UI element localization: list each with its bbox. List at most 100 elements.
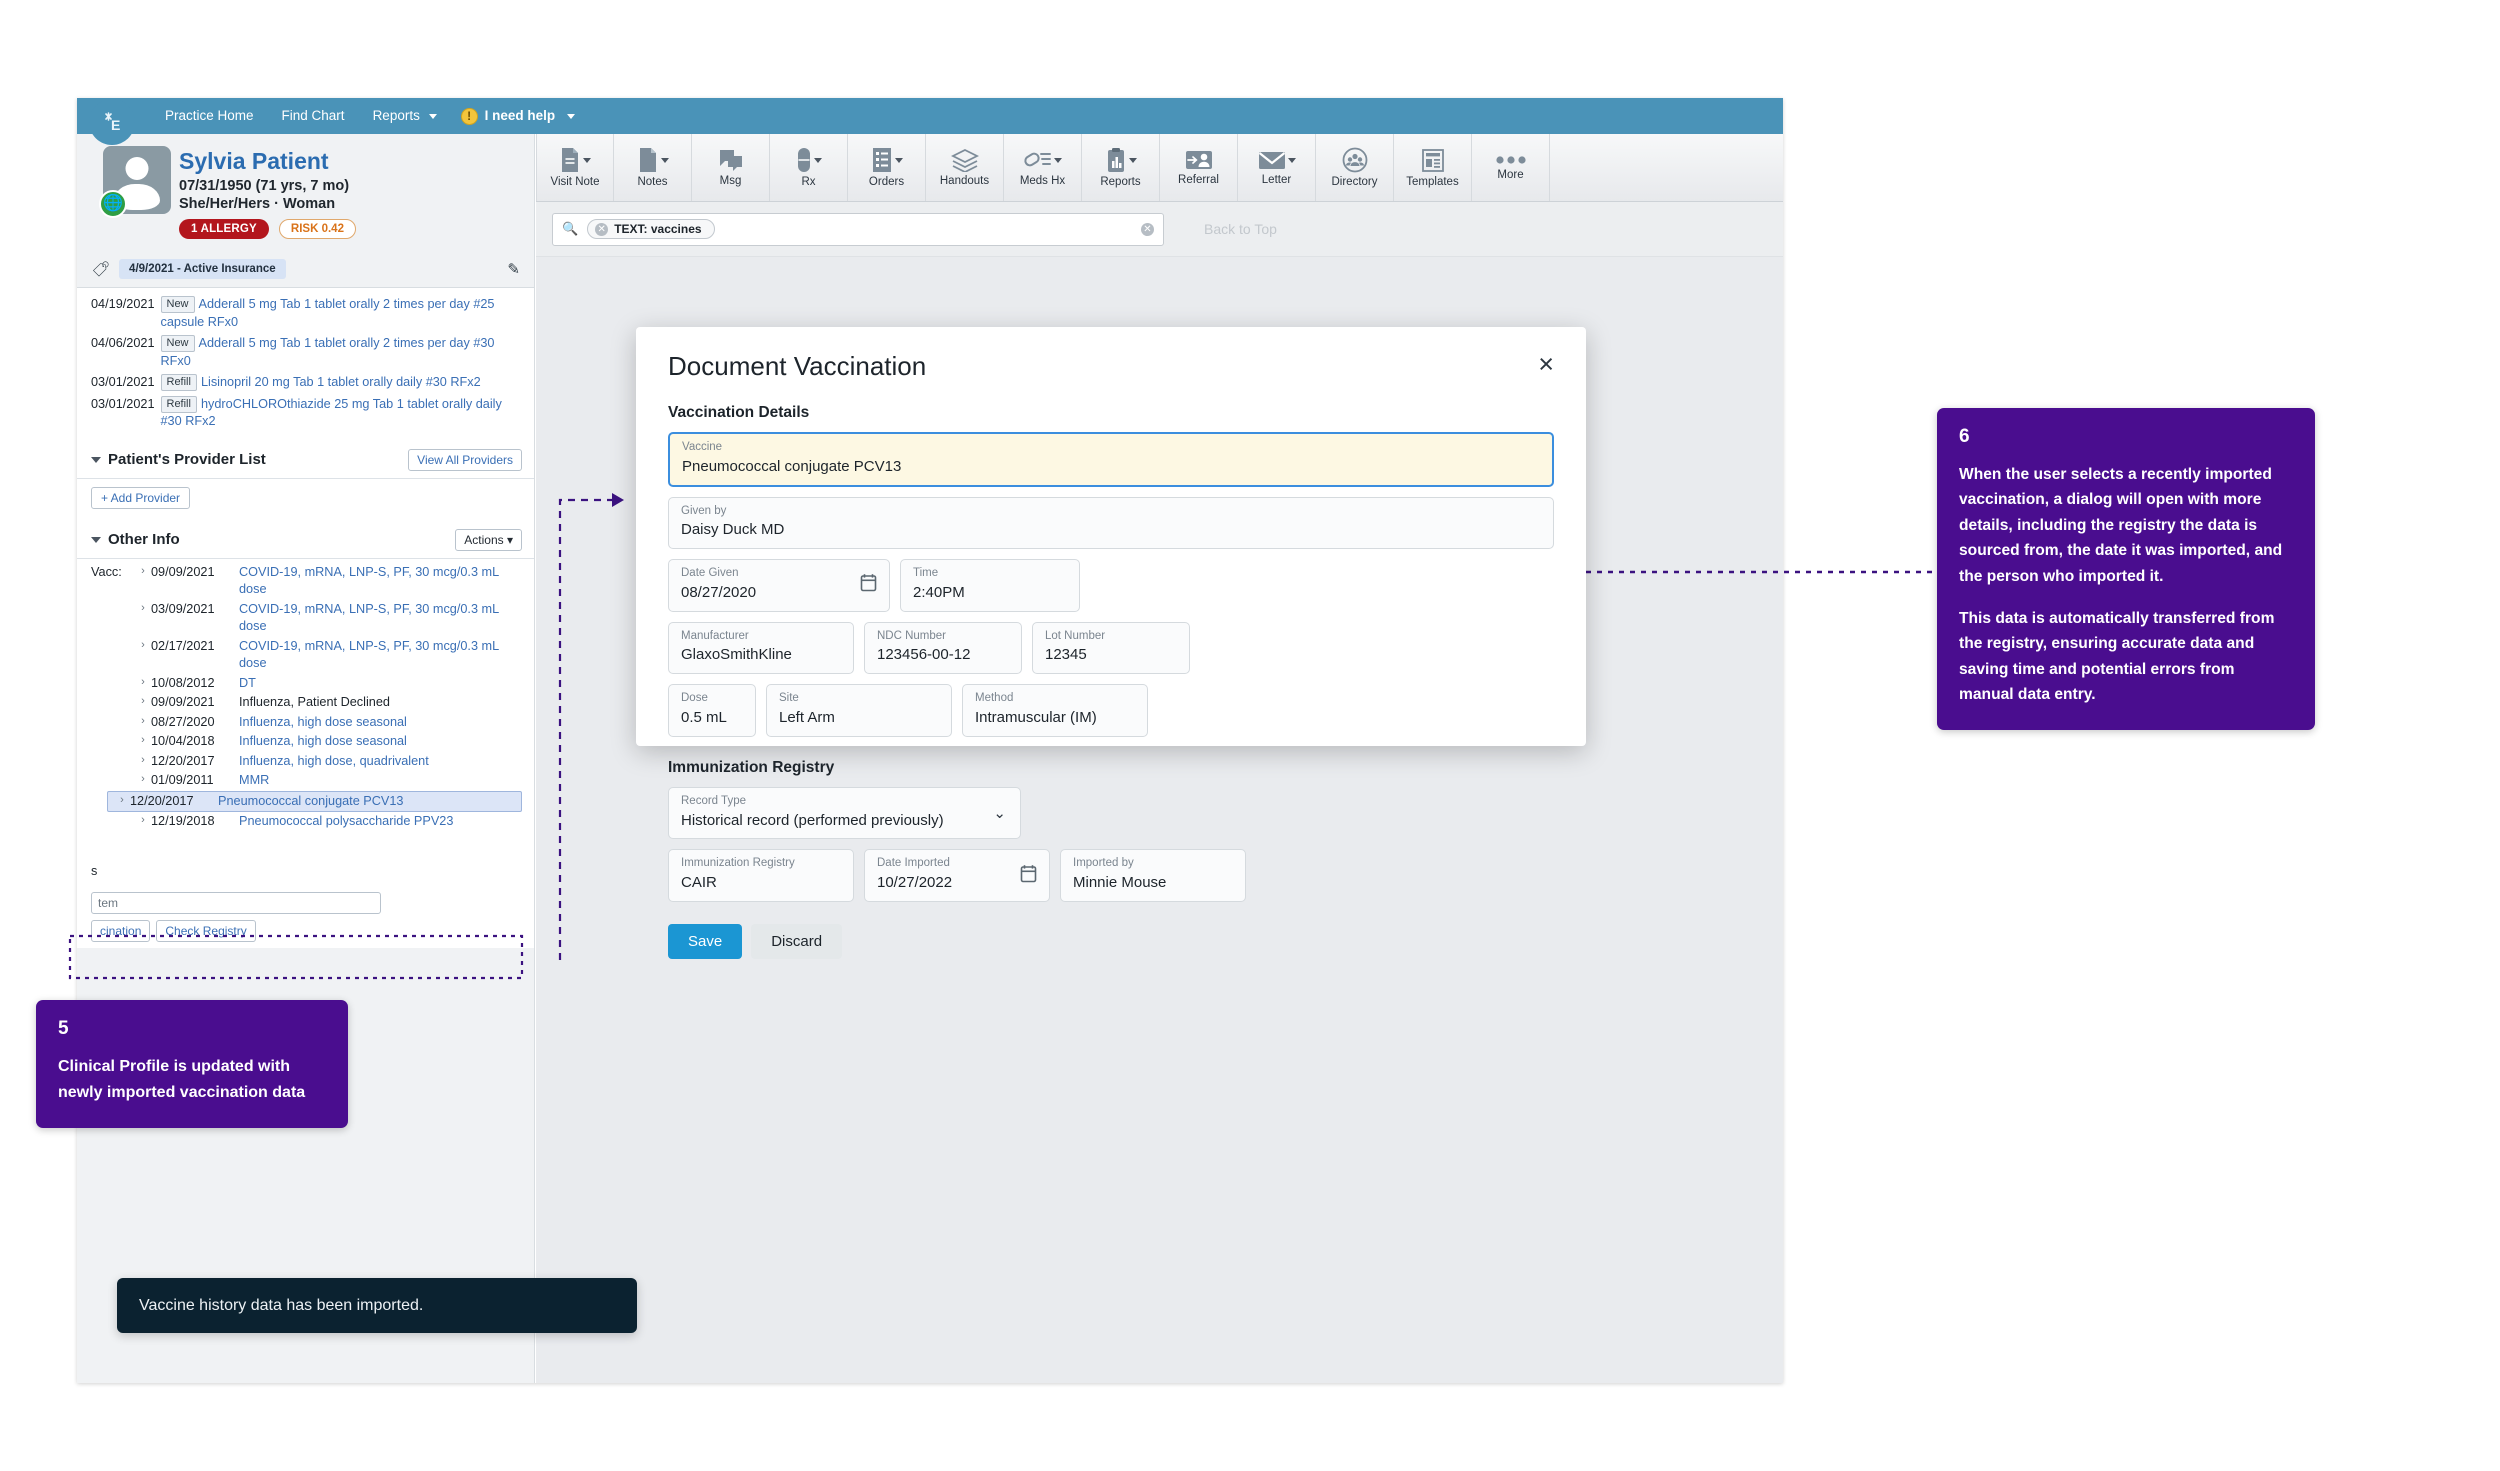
expand-chevron-icon[interactable]: › — [135, 564, 151, 579]
patient-name[interactable]: Sylvia Patient — [179, 148, 518, 175]
visit-note-icon — [559, 147, 591, 173]
toolbar-button-handouts[interactable]: Handouts — [926, 134, 1004, 201]
list-item[interactable]: › 09/09/2021 Influenza, Patient Declined — [77, 693, 534, 713]
edit-pencil-icon[interactable]: ✎ — [507, 260, 520, 278]
nav-help-label: I need help — [484, 108, 556, 123]
manufacturer-field[interactable]: Manufacturer GlaxoSmithKline — [668, 621, 854, 675]
search-item-input[interactable]: tem — [91, 891, 381, 914]
site-field[interactable]: Site Left Arm — [766, 684, 952, 737]
date-imported-field[interactable]: Date Imported 10/27/2022 — [864, 849, 1050, 902]
discard-button[interactable]: Discard — [751, 923, 843, 959]
search-filter-chip[interactable]: ✕ TEXT: vaccines — [587, 219, 715, 239]
record-type-select[interactable]: Record Type Historical record (performed… — [668, 786, 1021, 840]
chevron-down-icon[interactable]: ⌄ — [993, 804, 1006, 822]
list-item[interactable]: › 12/19/2018 Pneumococcal polysaccharide… — [77, 812, 534, 832]
add-provider-button[interactable]: + Add Provider — [91, 486, 191, 509]
list-item[interactable]: 04/06/2021 New Adderall 5 mg Tab 1 tablet… — [77, 333, 534, 372]
search-input[interactable]: 🔍 ✕ TEXT: vaccines ✕ — [552, 212, 1164, 246]
toolbar-button-templates[interactable]: Templates — [1394, 134, 1472, 201]
calendar-icon[interactable] — [1020, 864, 1037, 888]
expand-chevron-icon[interactable]: › — [114, 793, 130, 808]
expand-chevron-icon[interactable]: › — [135, 694, 151, 709]
search-bar-region: 🔍 ✕ TEXT: vaccines ✕ Back to Top — [536, 202, 1783, 257]
vaccine-field[interactable]: Vaccine Pneumococcal conjugate PCV13 — [668, 432, 1554, 487]
lot-number-field[interactable]: Lot Number 12345 — [1032, 621, 1190, 675]
vacc-name[interactable]: COVID-19, mRNA, LNP-S, PF, 30 mcg/0.3 mL… — [239, 638, 522, 673]
list-item[interactable]: › 02/17/2021 COVID-19, mRNA, LNP-S, PF, … — [77, 637, 534, 674]
actions-button[interactable]: Actions ▾ — [455, 528, 522, 551]
toolbar-button-orders[interactable]: Orders — [848, 134, 926, 201]
expand-chevron-icon[interactable]: › — [135, 753, 151, 768]
allergy-badge[interactable]: 1 ALLERGY — [179, 219, 269, 239]
expand-chevron-icon[interactable]: › — [135, 813, 151, 828]
avatar[interactable]: 🌐 — [99, 146, 177, 220]
dose-field[interactable]: Dose 0.5 mL — [668, 684, 756, 737]
toolbar-button-meds-hx[interactable]: Meds Hx — [1004, 134, 1082, 201]
vacc-name[interactable]: Influenza, high dose seasonal — [239, 714, 407, 732]
list-item[interactable]: › 10/08/2012 DT — [77, 674, 534, 694]
templates-layout-icon — [1421, 148, 1445, 173]
list-item[interactable]: › 01/09/2011 MMR — [77, 771, 534, 791]
vacc-name[interactable]: DT — [239, 675, 256, 693]
list-item[interactable]: 03/01/2021 Refill hydroCHLOROthiazide 25 … — [77, 394, 534, 433]
patient-header: 🌐 Sylvia Patient 07/31/1950 (71 yrs, 7 m… — [77, 134, 534, 251]
vacc-name[interactable]: MMR — [239, 772, 269, 790]
expand-chevron-icon[interactable]: › — [135, 733, 151, 748]
nav-find-chart[interactable]: Find Chart — [268, 98, 359, 134]
toolbar-button-referral[interactable]: Referral — [1160, 134, 1238, 201]
calendar-icon[interactable] — [860, 573, 877, 597]
vacc-name[interactable]: Influenza, high dose, quadrivalent — [239, 753, 429, 771]
vacc-name[interactable]: Pneumococcal conjugate PCV13 — [218, 793, 404, 811]
toolbar-button-more[interactable]: More — [1472, 134, 1550, 201]
toolbar-button-letter[interactable]: Letter — [1238, 134, 1316, 201]
clear-search-icon[interactable]: ✕ — [1141, 222, 1154, 236]
collapse-caret-icon[interactable] — [91, 456, 101, 463]
list-item[interactable]: › 10/04/2018 Influenza, high dose season… — [77, 732, 534, 752]
date-given-field[interactable]: Date Given 08/27/2020 — [668, 559, 890, 612]
time-field[interactable]: Time 2:40PM — [900, 559, 1080, 612]
expand-chevron-icon[interactable]: › — [135, 638, 151, 653]
collapse-caret-icon[interactable] — [91, 536, 101, 543]
ndc-number-field[interactable]: NDC Number 123456-00-12 — [864, 621, 1022, 675]
nav-practice-home[interactable]: Practice Home — [151, 98, 268, 134]
view-all-providers-button[interactable]: View All Providers — [408, 448, 522, 471]
list-item[interactable]: 03/01/2021 Refill Lisinopril 20 mg Tab 1 … — [77, 372, 534, 394]
vacc-name[interactable]: Influenza, high dose seasonal — [239, 733, 407, 751]
list-item[interactable]: Vacc: › 09/09/2021 COVID-19, mRNA, LNP-S… — [77, 563, 534, 600]
imported-by-field[interactable]: Imported by Minnie Mouse — [1060, 849, 1246, 902]
chevron-down-icon — [660, 157, 669, 163]
vacc-name[interactable]: Pneumococcal polysaccharide PPV23 — [239, 813, 453, 831]
list-item-selected-vaccination[interactable]: › 12/20/2017 Pneumococcal conjugate PCV1… — [107, 790, 522, 813]
vacc-name[interactable]: COVID-19, mRNA, LNP-S, PF, 30 mcg/0.3 mL… — [239, 564, 522, 599]
method-field[interactable]: Method Intramuscular (IM) — [962, 684, 1148, 737]
back-to-top-link[interactable]: Back to Top — [1204, 221, 1277, 237]
list-item[interactable]: 04/19/2021 New Adderall 5 mg Tab 1 tablet… — [77, 294, 534, 333]
save-button[interactable]: Save — [668, 923, 743, 959]
expand-chevron-icon[interactable]: › — [135, 601, 151, 616]
toolbar-button-rx[interactable]: Rx — [770, 134, 848, 201]
insurance-pill[interactable]: 4/9/2021 - Active Insurance — [119, 259, 286, 279]
immunization-registry-field[interactable]: Immunization Registry CAIR — [668, 849, 854, 902]
expand-chevron-icon[interactable]: › — [135, 714, 151, 729]
list-item[interactable]: › 12/20/2017 Influenza, high dose, quadr… — [77, 752, 534, 772]
nav-i-need-help[interactable]: ! I need help — [451, 98, 586, 134]
given-by-field[interactable]: Given by Daisy Duck MD — [668, 496, 1554, 550]
toolbar-button-reports[interactable]: Reports — [1082, 134, 1160, 201]
check-registry-button[interactable]: Check Registry — [156, 919, 256, 942]
add-vaccination-button[interactable]: cination — [91, 919, 151, 942]
app-logo-icon[interactable]: E — [89, 99, 135, 145]
toolbar-label: Handouts — [939, 175, 990, 187]
close-icon[interactable]: × — [1538, 351, 1554, 378]
vacc-name[interactable]: COVID-19, mRNA, LNP-S, PF, 30 mcg/0.3 mL… — [239, 601, 522, 636]
risk-badge[interactable]: RISK 0.42 — [278, 219, 356, 239]
close-icon[interactable]: ✕ — [595, 222, 609, 236]
toolbar-button-notes[interactable]: Notes — [614, 134, 692, 201]
toolbar-button-msg[interactable]: Msg — [692, 134, 770, 201]
expand-chevron-icon[interactable]: › — [135, 772, 151, 787]
toolbar-button-visit-note[interactable]: Visit Note — [536, 134, 614, 201]
nav-reports[interactable]: Reports — [359, 98, 451, 134]
toolbar-button-directory[interactable]: Directory — [1316, 134, 1394, 201]
list-item[interactable]: › 03/09/2021 COVID-19, mRNA, LNP-S, PF, … — [77, 600, 534, 637]
list-item[interactable]: › 08/27/2020 Influenza, high dose season… — [77, 713, 534, 733]
expand-chevron-icon[interactable]: › — [135, 675, 151, 690]
